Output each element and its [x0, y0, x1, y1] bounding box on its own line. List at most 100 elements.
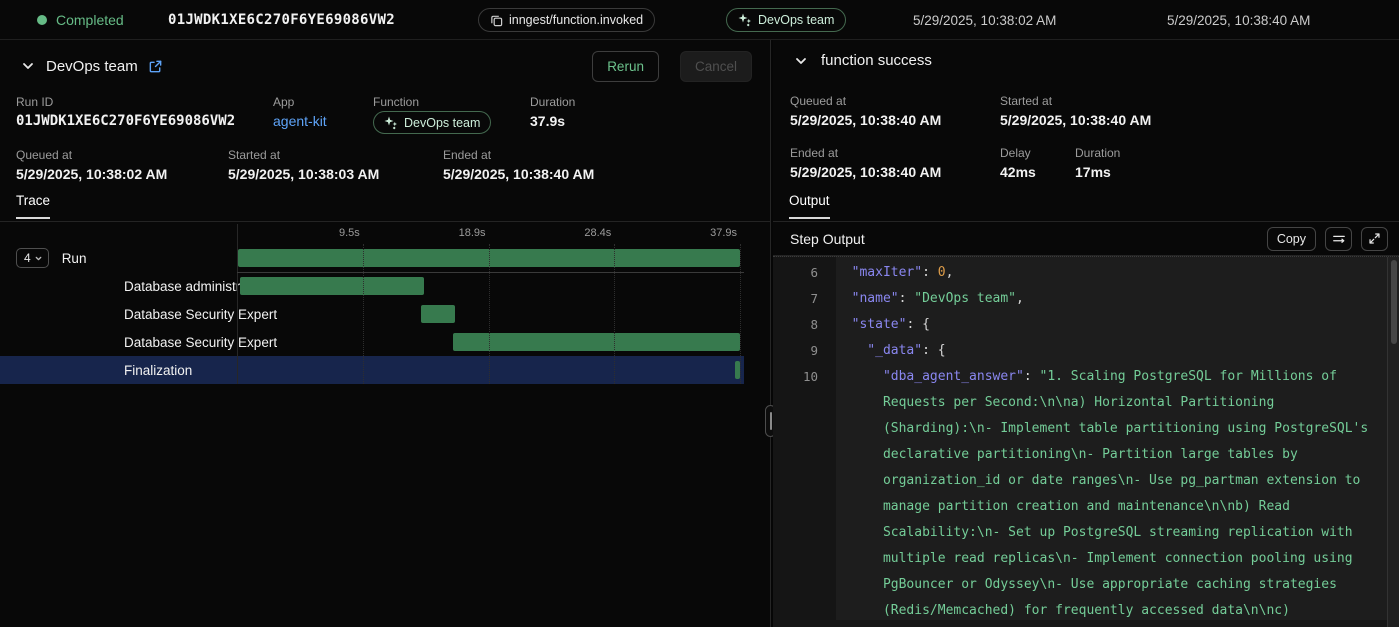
word-wrap-button[interactable] — [1325, 227, 1352, 251]
rerun-button[interactable]: Rerun — [592, 51, 659, 82]
trace-row[interactable]: Database administrator — [0, 272, 744, 300]
function-badge[interactable]: DevOps team — [373, 111, 491, 134]
axis-tick: 37.9s — [669, 227, 737, 239]
status-label: Completed — [56, 12, 124, 28]
trace-row[interactable]: 4 Run — [0, 244, 744, 272]
gridline — [740, 244, 741, 384]
copy-button[interactable]: Copy — [1267, 227, 1316, 251]
run-details-panel: DevOps team Rerun Cancel Run ID 01JWDK1X… — [0, 40, 770, 627]
trace-row-label: Run — [62, 251, 87, 266]
tab-output[interactable]: Output — [789, 193, 830, 219]
function-badge-top[interactable]: DevOps team — [726, 8, 846, 32]
trace-row-label: Database Security Expert — [124, 335, 277, 350]
duration-value: 37.9s — [530, 113, 575, 129]
step-details-panel: function success Queued at 5/29/2025, 10… — [773, 40, 1399, 627]
step-queued-label: Queued at — [790, 94, 1000, 108]
trace-row-label: Database Security Expert — [124, 307, 277, 322]
cancel-button[interactable]: Cancel — [680, 51, 752, 82]
code-line: 9"_data": { — [773, 338, 1387, 364]
run-status: Completed — [37, 0, 124, 40]
code-vertical-scrollbar[interactable] — [1387, 257, 1399, 627]
gridline — [363, 244, 364, 384]
trace-span-bar[interactable] — [453, 333, 740, 351]
code-line: 7"name": "DevOps team", — [773, 286, 1387, 312]
line-number: 7 — [773, 286, 836, 312]
step-duration-value: 17ms — [1075, 164, 1120, 180]
code-scrollbar-thumb[interactable] — [1391, 260, 1397, 344]
axis-tick: 9.5s — [292, 227, 360, 239]
chevron-down-icon[interactable] — [793, 53, 809, 69]
line-number: 9 — [773, 338, 836, 364]
chevron-down-icon — [34, 254, 43, 263]
trace-row[interactable]: Database Security Expert — [0, 300, 744, 328]
event-badge[interactable]: inngest/function.invoked — [478, 8, 655, 32]
right-tab-bar: Output — [773, 193, 1399, 222]
app-label: App — [273, 95, 373, 109]
step-duration-label: Duration — [1075, 146, 1120, 160]
step-output-title: Step Output — [790, 231, 865, 247]
status-dot-icon — [37, 15, 47, 25]
trace-row-label: Finalization — [124, 363, 192, 378]
step-ended-label: Ended at — [790, 146, 1000, 160]
started-at-value: 5/29/2025, 10:38:03 AM — [228, 166, 443, 182]
step-delay-value: 42ms — [1000, 164, 1075, 180]
run-children-count-select[interactable]: 4 — [16, 248, 49, 268]
step-output-toolbar: Step Output Copy — [773, 222, 1399, 256]
step-delay-label: Delay — [1000, 146, 1075, 160]
code-line: 6"maxIter": 0, — [773, 260, 1387, 286]
run-title: DevOps team — [46, 58, 138, 75]
top-bar: Completed 01JWDK1XE6C270F6YE69086VW2 inn… — [0, 0, 1399, 40]
trace-span-bar[interactable] — [421, 305, 454, 323]
run-id-label: Run ID — [16, 95, 273, 109]
top-ended-timestamp: 5/29/2025, 10:38:40 AM — [1167, 0, 1310, 40]
run-children-count: 4 — [24, 251, 31, 265]
code-line: 8"state": { — [773, 312, 1387, 338]
top-queued-timestamp: 5/29/2025, 10:38:02 AM — [913, 0, 1056, 40]
run-row-separator — [237, 272, 744, 273]
step-started-value: 5/29/2025, 10:38:40 AM — [1000, 112, 1151, 128]
sparkle-icon — [384, 116, 398, 130]
axis-tick: 28.4s — [543, 227, 611, 239]
duration-label: Duration — [530, 95, 575, 109]
trace-row[interactable]: Database Security Expert — [0, 328, 744, 356]
external-link-icon[interactable] — [148, 59, 163, 74]
tab-trace[interactable]: Trace — [16, 193, 50, 219]
code-line: 10"dba_agent_answer": "1. Scaling Postgr… — [773, 364, 1387, 627]
chart-left-edge — [237, 224, 238, 384]
run-id-value: 01JWDK1XE6C270F6YE69086VW2 — [16, 113, 273, 129]
gridline — [489, 244, 490, 384]
queued-at-label: Queued at — [16, 148, 228, 162]
line-number: 6 — [773, 260, 836, 286]
function-badge-top-label: DevOps team — [758, 13, 834, 27]
function-badge-label: DevOps team — [404, 116, 480, 130]
axis-tick: 18.9s — [418, 227, 486, 239]
function-label: Function — [373, 95, 530, 109]
trace-span-bar[interactable] — [240, 277, 424, 295]
step-output-code[interactable]: 6"maxIter": 0,7"name": "DevOps team",8"s… — [773, 256, 1399, 627]
trace-time-axis: 9.5s 18.9s 28.4s 37.9s — [0, 224, 744, 244]
line-number: 8 — [773, 312, 836, 338]
line-number: 10 — [773, 364, 836, 627]
step-ended-value: 5/29/2025, 10:38:40 AM — [790, 164, 1000, 180]
step-title: function success — [821, 52, 932, 69]
top-run-id: 01JWDK1XE6C270F6YE69086VW2 — [168, 0, 395, 40]
step-started-label: Started at — [1000, 94, 1151, 108]
queued-at-value: 5/29/2025, 10:38:02 AM — [16, 166, 228, 182]
sparkle-icon — [738, 13, 752, 27]
step-queued-value: 5/29/2025, 10:38:40 AM — [790, 112, 1000, 128]
started-at-label: Started at — [228, 148, 443, 162]
trace-waterfall: 9.5s 18.9s 28.4s 37.9s 4 Run Database adminis… — [0, 224, 744, 384]
ended-at-label: Ended at — [443, 148, 594, 162]
event-copy-icon — [490, 14, 503, 27]
chevron-down-icon[interactable] — [20, 58, 36, 74]
event-badge-label: inngest/function.invoked — [509, 13, 643, 27]
code-horizontal-scrollbar[interactable] — [773, 620, 1387, 627]
word-wrap-icon — [1332, 232, 1346, 246]
gridline — [614, 244, 615, 384]
left-tab-bar: Trace — [0, 193, 770, 222]
trace-row[interactable]: Finalization — [0, 356, 744, 384]
ended-at-value: 5/29/2025, 10:38:40 AM — [443, 166, 594, 182]
app-link[interactable]: agent-kit — [273, 113, 373, 129]
expand-button[interactable] — [1361, 227, 1388, 251]
expand-icon — [1368, 232, 1381, 245]
